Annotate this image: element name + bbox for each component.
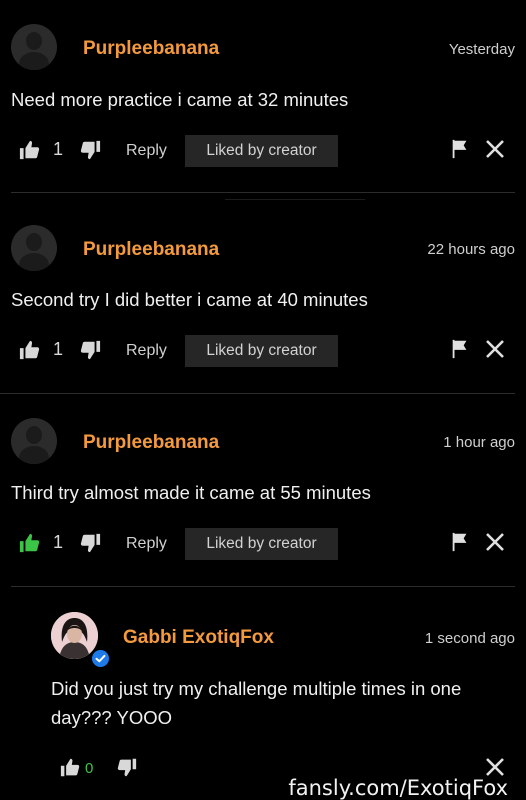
comment-actions: 1 Reply Liked by creator xyxy=(0,133,526,169)
divider xyxy=(0,393,515,394)
flag-icon[interactable] xyxy=(449,338,471,360)
comment-text-line-1: Did you just try my challenge multiple t… xyxy=(51,678,462,699)
comment-username[interactable]: Purpleebanana xyxy=(83,432,219,454)
flag-icon[interactable] xyxy=(449,138,471,160)
like-count: 1 xyxy=(53,139,64,159)
comment-timestamp: 1 hour ago xyxy=(443,434,515,451)
close-icon[interactable] xyxy=(484,531,506,553)
like-count: 1 xyxy=(53,532,64,552)
comment-text: Second try I did better i came at 40 min… xyxy=(11,289,368,310)
thumbs-down-icon[interactable] xyxy=(79,339,101,361)
avatar[interactable] xyxy=(11,418,57,464)
comment-text: Need more practice i came at 32 minutes xyxy=(11,89,349,110)
thumbs-down-icon[interactable] xyxy=(116,757,137,778)
comment-username[interactable]: Purpleebanana xyxy=(83,38,219,60)
divider xyxy=(11,586,515,587)
comment-username[interactable]: Gabbi ExotiqFox xyxy=(123,627,274,649)
flag-icon[interactable] xyxy=(449,531,471,553)
thumbs-up-icon[interactable] xyxy=(19,532,41,554)
divider xyxy=(11,192,515,193)
divider xyxy=(225,199,365,200)
like-count: 0 xyxy=(85,760,94,777)
thumbs-up-icon[interactable] xyxy=(19,139,41,161)
thumbs-up-icon[interactable] xyxy=(60,757,81,778)
comment-username[interactable]: Purpleebanana xyxy=(83,239,219,261)
liked-by-creator-badge: Liked by creator xyxy=(185,528,338,560)
close-icon[interactable] xyxy=(484,756,506,778)
close-icon[interactable] xyxy=(484,138,506,160)
thumbs-up-icon[interactable] xyxy=(19,339,41,361)
comment-text-line-2: day??? YOOO xyxy=(51,707,173,728)
reply-button[interactable]: Reply xyxy=(126,342,167,360)
reply-button[interactable]: Reply xyxy=(126,535,167,553)
avatar[interactable] xyxy=(11,24,57,70)
liked-by-creator-badge: Liked by creator xyxy=(185,135,338,167)
comment-actions: 1 Reply Liked by creator xyxy=(0,333,526,369)
comment-timestamp: Yesterday xyxy=(448,41,515,58)
avatar[interactable] xyxy=(11,225,57,271)
reply-button[interactable]: Reply xyxy=(126,142,167,160)
liked-by-creator-badge: Liked by creator xyxy=(185,335,338,367)
thumbs-down-icon[interactable] xyxy=(79,532,101,554)
like-count: 1 xyxy=(53,339,64,359)
comment-text: Third try almost made it came at 55 minu… xyxy=(11,482,371,503)
comment-timestamp: 1 second ago xyxy=(424,630,515,647)
comment-timestamp: 22 hours ago xyxy=(427,241,515,258)
thumbs-down-icon[interactable] xyxy=(79,139,101,161)
verified-badge-icon xyxy=(90,648,111,669)
watermark: fansly.com/ExotiqFox xyxy=(288,776,508,800)
close-icon[interactable] xyxy=(484,338,506,360)
comment-actions: 1 Reply Liked by creator xyxy=(0,526,526,562)
